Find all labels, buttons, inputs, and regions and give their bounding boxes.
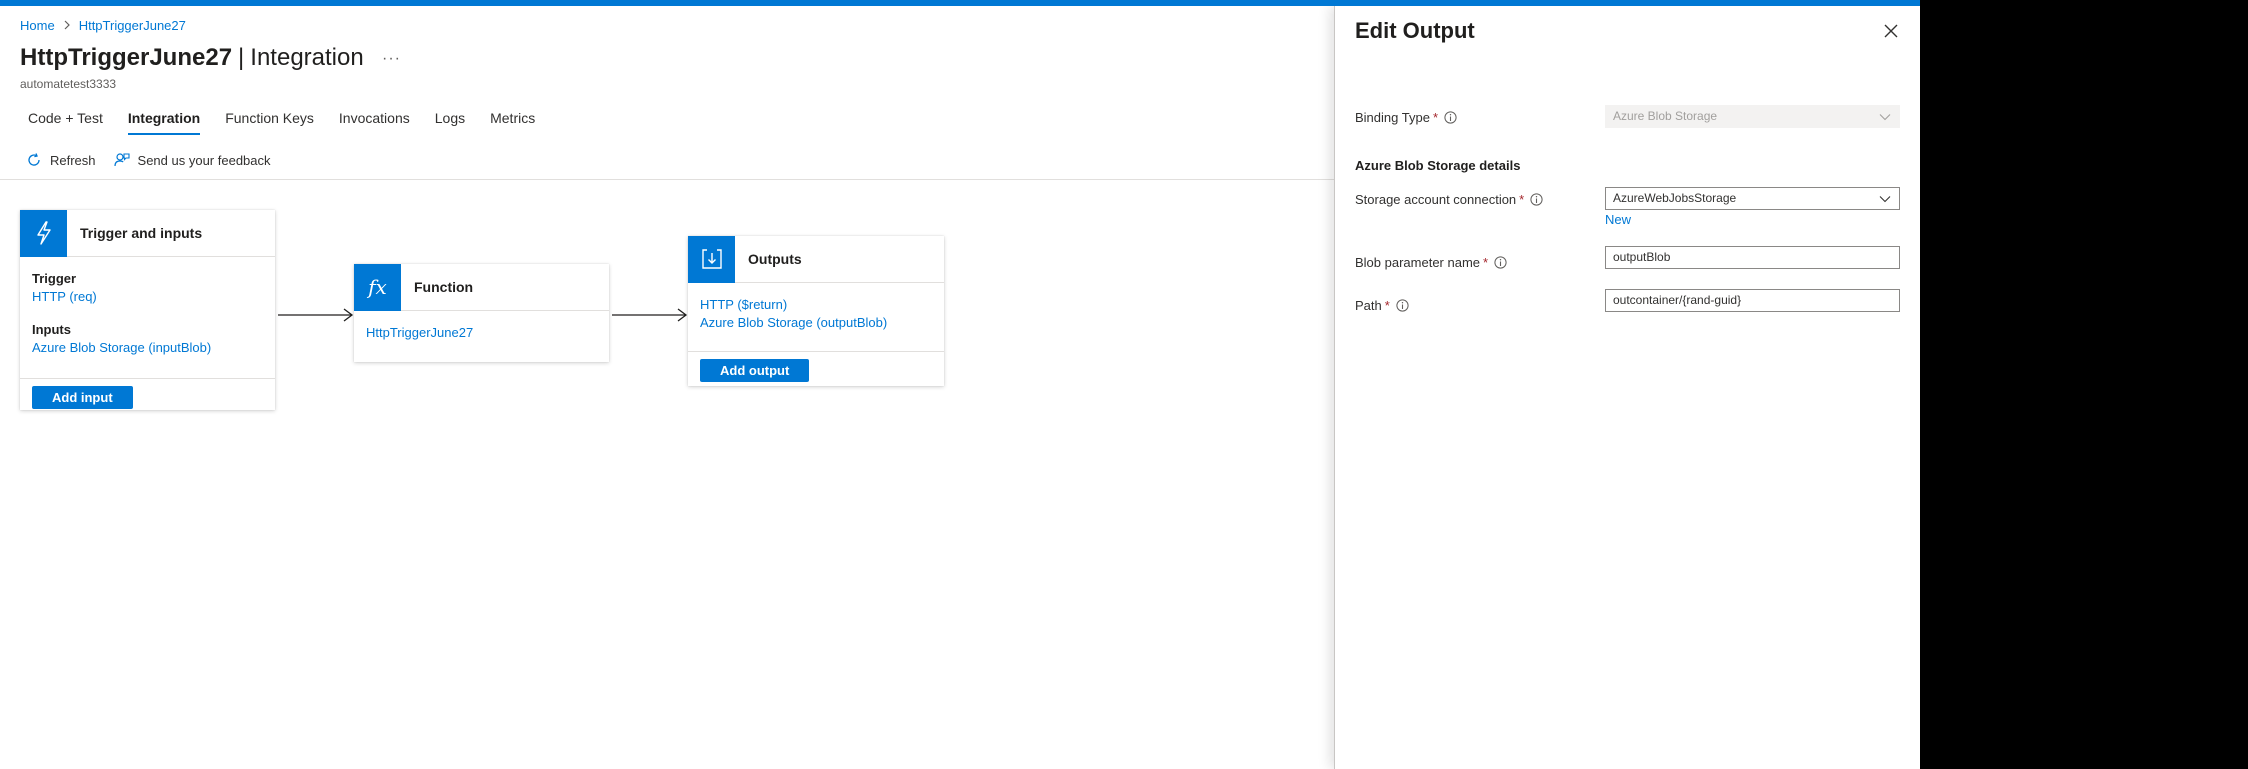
edit-output-panel: Edit Output Binding Type * Azure Blob St… <box>1334 6 1920 769</box>
feedback-button[interactable]: Send us your feedback <box>113 152 271 168</box>
feedback-label: Send us your feedback <box>137 152 271 168</box>
path-label: Path <box>1355 298 1382 313</box>
output-arrow-icon <box>688 235 735 283</box>
chevron-down-icon <box>1879 114 1891 121</box>
trigger-card-title: Trigger and inputs <box>80 225 203 241</box>
info-icon[interactable] <box>1530 193 1543 206</box>
trigger-card-footer: Add input <box>20 378 275 417</box>
tab-bar: Code + Test Integration Function Keys In… <box>28 110 560 135</box>
close-icon[interactable] <box>1884 24 1898 43</box>
breadcrumb-home[interactable]: Home <box>20 18 55 33</box>
main-content: Home HttpTriggerJune27 HttpTriggerJune27… <box>0 6 1334 769</box>
inputs-label: Inputs <box>32 322 71 337</box>
chevron-right-icon <box>63 19 71 33</box>
tab-invocations[interactable]: Invocations <box>339 110 410 135</box>
outputs-card-title: Outputs <box>748 251 802 267</box>
new-connection-link[interactable]: New <box>1605 212 1631 227</box>
flow-arrow-2 <box>612 308 688 322</box>
function-card: fx Function HttpTriggerJune27 <box>354 263 609 362</box>
page-title: HttpTriggerJune27 | Integration <box>20 44 364 72</box>
binding-type-label: Binding Type <box>1355 110 1430 125</box>
storage-label-row: Storage account connection * <box>1355 192 1543 207</box>
storage-connection-value: AzureWebJobsStorage <box>1613 191 1737 205</box>
info-icon[interactable] <box>1494 256 1507 269</box>
feedback-icon <box>113 153 130 167</box>
breadcrumb: Home HttpTriggerJune27 <box>20 18 186 33</box>
outputs-card: Outputs HTTP ($return) Azure Blob Storag… <box>688 235 944 386</box>
path-label-row: Path * <box>1355 298 1409 313</box>
breadcrumb-function[interactable]: HttpTriggerJune27 <box>79 18 186 33</box>
binding-type-label-row: Binding Type * <box>1355 110 1457 125</box>
tab-function-keys[interactable]: Function Keys <box>225 110 314 135</box>
function-card-title: Function <box>414 279 474 295</box>
required-mark: * <box>1384 298 1390 313</box>
storage-connection-dropdown[interactable]: AzureWebJobsStorage <box>1605 187 1900 210</box>
command-bar: Refresh Send us your feedback <box>26 152 289 168</box>
path-value: outcontainer/{rand-guid} <box>1613 293 1742 307</box>
trigger-inputs-card: Trigger and inputs Trigger HTTP (req) In… <box>20 209 275 410</box>
trigger-card-header: Trigger and inputs <box>20 209 275 257</box>
lightning-icon <box>20 209 67 257</box>
page-title-section: Integration <box>250 44 364 71</box>
portal-screen: Home HttpTriggerJune27 HttpTriggerJune27… <box>0 6 1920 769</box>
add-input-button[interactable]: Add input <box>32 386 133 409</box>
refresh-label: Refresh <box>50 152 96 168</box>
add-output-button[interactable]: Add output <box>700 359 810 382</box>
outputs-card-body: HTTP ($return) Azure Blob Storage (outpu… <box>688 283 944 351</box>
blob-parameter-input[interactable]: outputBlob <box>1605 246 1900 269</box>
blob-parameter-value: outputBlob <box>1613 250 1671 264</box>
refresh-button[interactable]: Refresh <box>26 152 96 168</box>
refresh-icon <box>28 153 40 166</box>
required-mark: * <box>1519 192 1525 207</box>
function-icon-text: fx <box>368 275 387 299</box>
outputs-card-footer: Add output <box>688 351 944 390</box>
tab-logs[interactable]: Logs <box>435 110 465 135</box>
output-link-blob[interactable]: Azure Blob Storage (outputBlob) <box>700 315 932 330</box>
param-label: Blob parameter name <box>1355 255 1481 270</box>
function-card-body: HttpTriggerJune27 <box>354 311 609 352</box>
function-icon: fx <box>354 263 401 311</box>
blob-details-heading: Azure Blob Storage details <box>1355 158 1521 173</box>
binding-type-value: Azure Blob Storage <box>1613 109 1718 123</box>
tab-integration[interactable]: Integration <box>127 110 201 135</box>
storage-label: Storage account connection <box>1355 192 1517 207</box>
toolbar-divider <box>0 179 1334 180</box>
input-link[interactable]: Azure Blob Storage (inputBlob) <box>32 340 263 355</box>
tab-metrics[interactable]: Metrics <box>490 110 535 135</box>
required-mark: * <box>1432 110 1438 125</box>
info-icon[interactable] <box>1396 299 1409 312</box>
trigger-link[interactable]: HTTP (req) <box>32 289 263 304</box>
outputs-card-header: Outputs <box>688 235 944 283</box>
chevron-down-icon <box>1879 196 1891 203</box>
function-card-header: fx Function <box>354 263 609 311</box>
flow-arrow-1 <box>278 308 354 322</box>
function-link[interactable]: HttpTriggerJune27 <box>366 325 597 340</box>
page-subtitle: automatetest3333 <box>20 77 117 91</box>
required-mark: * <box>1483 255 1489 270</box>
info-icon[interactable] <box>1444 111 1457 124</box>
page-title-name: HttpTriggerJune27 <box>20 44 233 71</box>
page-title-separator: | <box>238 44 245 71</box>
output-link-http[interactable]: HTTP ($return) <box>700 297 932 312</box>
trigger-label: Trigger <box>32 271 77 286</box>
tab-code-test[interactable]: Code + Test <box>28 110 103 135</box>
trigger-card-body: Trigger HTTP (req) Inputs Azure Blob Sto… <box>20 257 275 378</box>
more-options-icon[interactable]: ··· <box>382 50 401 68</box>
binding-type-dropdown[interactable]: Azure Blob Storage <box>1605 105 1900 128</box>
path-input[interactable]: outcontainer/{rand-guid} <box>1605 289 1900 312</box>
param-label-row: Blob parameter name * <box>1355 255 1507 270</box>
panel-title: Edit Output <box>1355 18 1475 43</box>
